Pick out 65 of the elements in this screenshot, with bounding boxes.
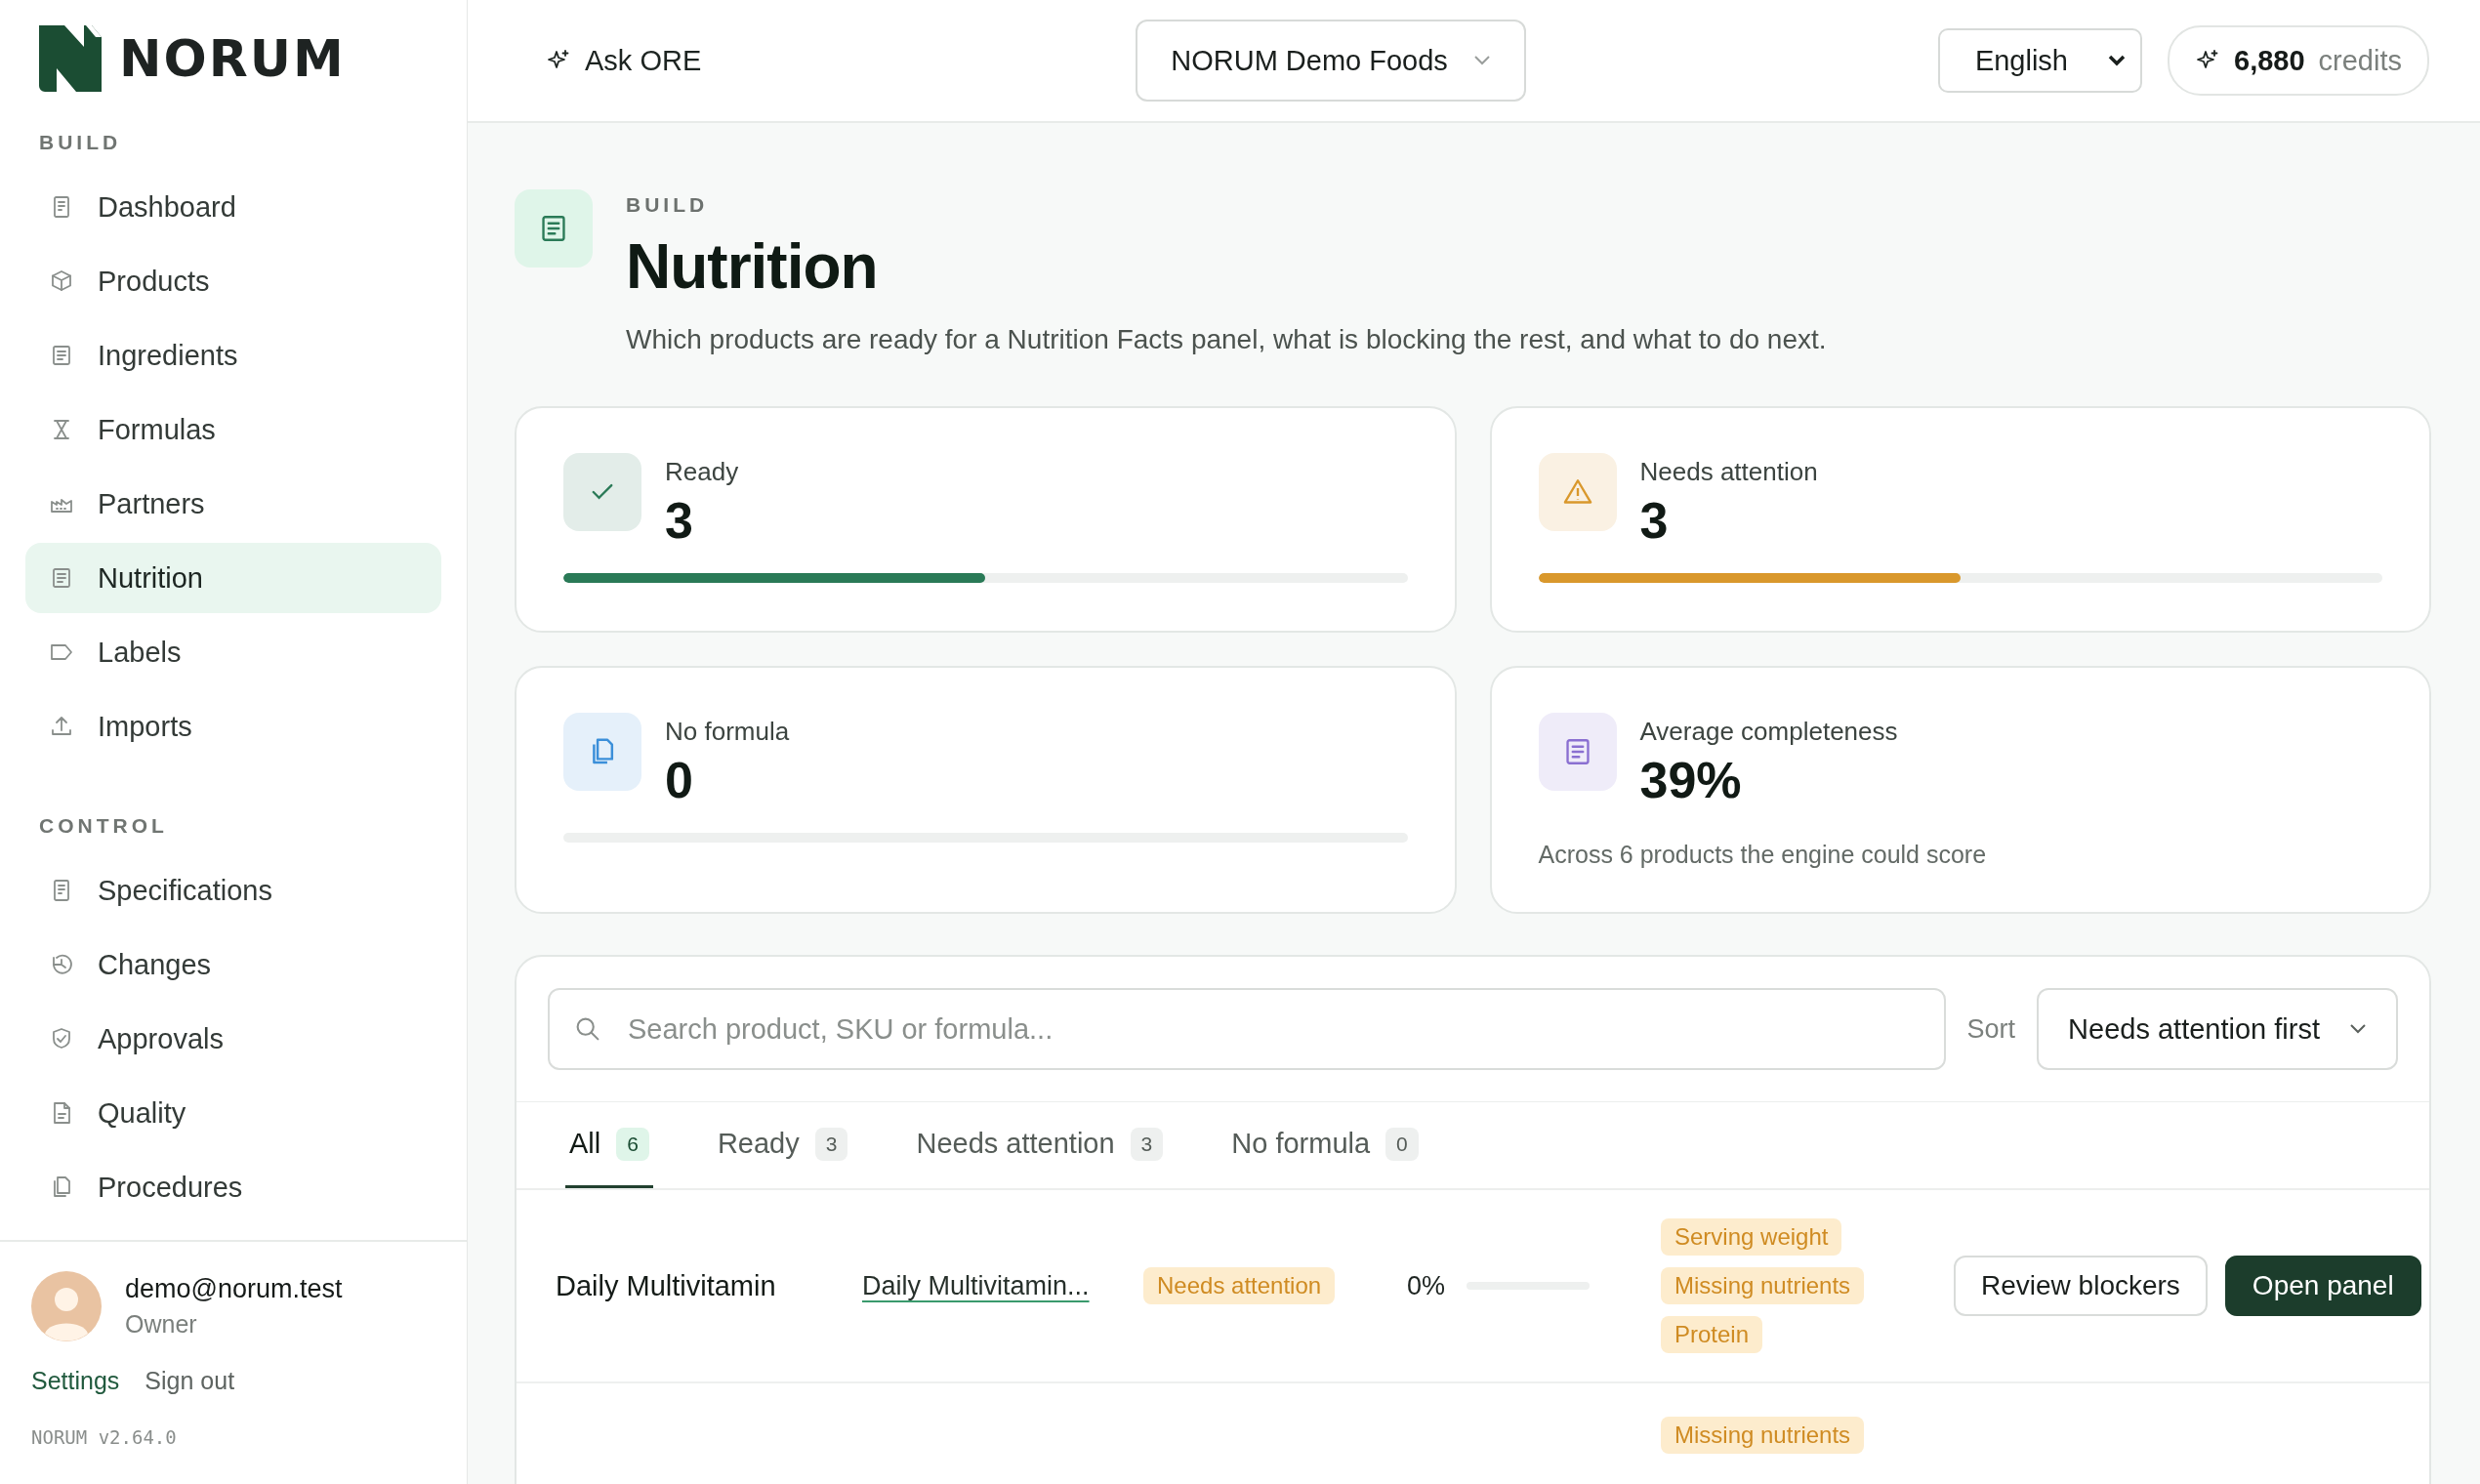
blocker-tag: Missing nutrients xyxy=(1661,1267,1865,1304)
version-text: NORUM v2.64.0 xyxy=(31,1426,178,1448)
section-label: BUILD xyxy=(626,193,710,217)
avatar xyxy=(31,1271,102,1341)
filter-tab[interactable]: Needs attention 3 xyxy=(912,1102,1168,1188)
language-select[interactable]: English xyxy=(1937,28,2142,93)
stat-value: 3 xyxy=(665,491,694,550)
filter-tab[interactable]: Ready 3 xyxy=(713,1102,852,1188)
sign-out-link[interactable]: Sign out xyxy=(145,1367,235,1395)
sidebar-item[interactable]: Changes xyxy=(25,929,441,1000)
sidebar-item[interactable]: Specifications xyxy=(25,855,441,926)
stat-note: Across 6 products the engine could score xyxy=(1538,841,1988,869)
stat-value: 39% xyxy=(1639,751,1743,809)
stat-label: No formula xyxy=(665,717,790,747)
tab-count: 3 xyxy=(814,1127,848,1161)
sidebar-item[interactable]: Formulas xyxy=(25,394,441,465)
page-subtitle: Which products are ready for a Nutrition Facts panel, what is blocking the rest, and what to do next. xyxy=(626,324,1827,355)
sidebar-item[interactable]: Nutrition xyxy=(25,543,441,613)
chevron-down-icon xyxy=(1472,55,1491,66)
settings-link[interactable]: Settings xyxy=(31,1367,120,1395)
box-icon xyxy=(49,268,74,294)
stat-label: Average completeness xyxy=(1639,717,1898,747)
user-role: Owner xyxy=(125,1310,198,1339)
tab-count: 0 xyxy=(1385,1127,1419,1161)
tab-count: 3 xyxy=(1130,1127,1164,1161)
sidebar-item[interactable]: Quality xyxy=(25,1078,441,1148)
stat-value: 0 xyxy=(665,751,694,809)
open-panel-button[interactable]: Open panel xyxy=(2224,1256,2421,1316)
formula-link[interactable]: Daily Multivitamin... xyxy=(862,1270,1090,1300)
chevron-down-icon xyxy=(2349,1023,2367,1035)
sort-label: Sort xyxy=(1966,1013,2016,1045)
blocker-tag: Serving weight xyxy=(1661,1218,1842,1256)
section-heading: CONTROL xyxy=(38,813,169,839)
company-dropdown[interactable]: NORUM Demo Foods xyxy=(1136,20,1526,102)
sidebar-item[interactable]: Products xyxy=(25,246,441,316)
sidebar-item[interactable]: Imports xyxy=(25,691,441,762)
sidebar-item[interactable]: Partners xyxy=(25,469,441,539)
logo-text: NORUM xyxy=(119,29,346,88)
sidebar-item[interactable]: Procedures xyxy=(25,1152,441,1222)
sort-dropdown[interactable]: Needs attention first xyxy=(2037,988,2398,1070)
stat-label: Ready xyxy=(665,457,739,487)
stat-value: 3 xyxy=(1639,491,1670,550)
credits-value: 6,880 xyxy=(2234,44,2305,77)
review-blockers-button[interactable]: Review blockers xyxy=(1954,1256,2208,1316)
sidebar-item[interactable]: Approvals xyxy=(25,1004,441,1074)
blocker-tag: Missing nutrients xyxy=(1661,1417,1865,1454)
ask-ore-button[interactable]: Ask ORE xyxy=(546,44,702,77)
page-title: Nutrition xyxy=(626,230,879,303)
credits-unit: credits xyxy=(2318,44,2402,77)
sidebar-item[interactable]: Ingredients xyxy=(25,320,441,391)
tab-count: 6 xyxy=(616,1127,649,1161)
logo-icon xyxy=(39,25,102,92)
stat-label: Needs attention xyxy=(1639,457,1818,487)
search-field[interactable]: Search product, SKU or formula... xyxy=(548,988,1946,1070)
product-name: Daily Multivitamin xyxy=(556,1269,776,1301)
section-heading: BUILD xyxy=(38,130,123,155)
blocker-tag: Protein xyxy=(1661,1316,1763,1353)
sidebar-item[interactable]: Dashboard xyxy=(25,172,441,242)
user-email: demo@norum.test xyxy=(125,1274,343,1304)
completeness-value: 0% xyxy=(1407,1270,1446,1301)
filter-tab[interactable]: No formula 0 xyxy=(1227,1102,1423,1188)
filter-tab[interactable]: All 6 xyxy=(565,1102,653,1188)
sidebar-item[interactable]: Labels xyxy=(25,617,441,687)
chevron-down-icon xyxy=(2107,54,2127,67)
status-badge: Needs attention xyxy=(1143,1267,1336,1304)
